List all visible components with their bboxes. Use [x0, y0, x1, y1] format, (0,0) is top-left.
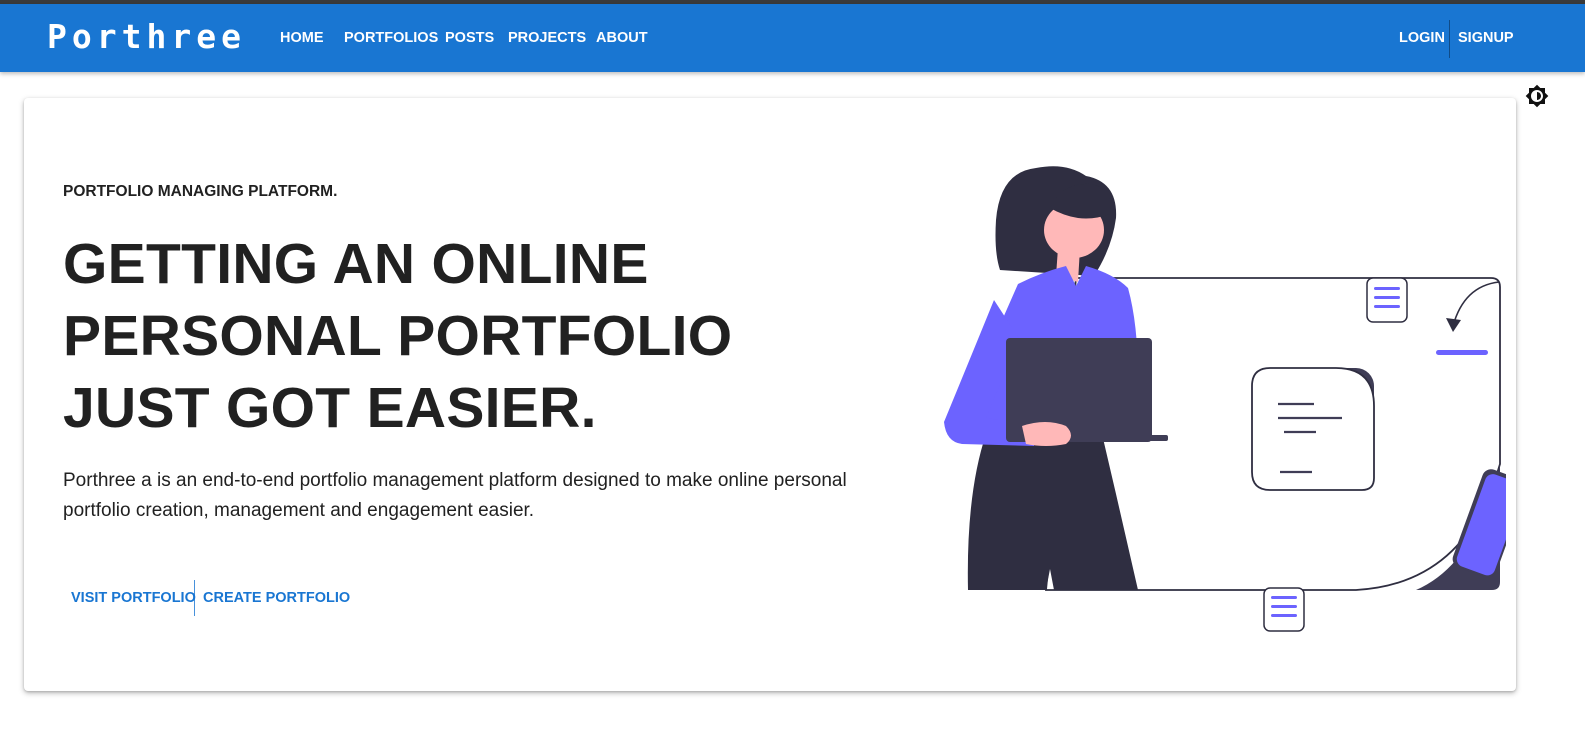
- app-bar: Porthree HOME PORTFOLIOS POSTS PROJECTS …: [0, 4, 1585, 72]
- nav-projects[interactable]: PROJECTS: [508, 28, 586, 48]
- hero-illustration: [944, 166, 1506, 632]
- nav-about[interactable]: ABOUT: [596, 28, 648, 48]
- nav-home[interactable]: HOME: [280, 28, 324, 48]
- login-button[interactable]: LOGIN: [1399, 28, 1445, 48]
- hero-description: Porthree a is an end-to-end portfolio ma…: [63, 470, 847, 521]
- menu-card-illustration-top: [1366, 277, 1408, 323]
- auth-divider: [1449, 20, 1450, 58]
- brand-logo[interactable]: Porthree: [47, 17, 246, 57]
- signup-button[interactable]: SIGNUP: [1458, 28, 1514, 48]
- nav-portfolios[interactable]: PORTFOLIOS: [344, 28, 438, 48]
- nav-posts[interactable]: POSTS: [445, 28, 494, 48]
- theme-toggle-button[interactable]: [1525, 84, 1549, 108]
- document-card-illustration: [1251, 367, 1375, 491]
- menu-card-illustration-bottom: [1263, 587, 1305, 632]
- create-portfolio-button[interactable]: CREATE PORTFOLIO: [203, 580, 350, 616]
- hero-kicker: PORTFOLIO MANAGING PLATFORM.: [63, 183, 338, 200]
- hero-card: PORTFOLIO MANAGING PLATFORM. GETTING AN …: [24, 98, 1516, 691]
- actions-divider: [194, 580, 195, 616]
- hero-headline: GETTING AN ONLINE PERSONAL PORTFOLIO JUS…: [63, 232, 733, 440]
- brightness-icon: [1525, 84, 1549, 108]
- visit-portfolio-button[interactable]: VISIT PORTFOLIO: [71, 580, 196, 616]
